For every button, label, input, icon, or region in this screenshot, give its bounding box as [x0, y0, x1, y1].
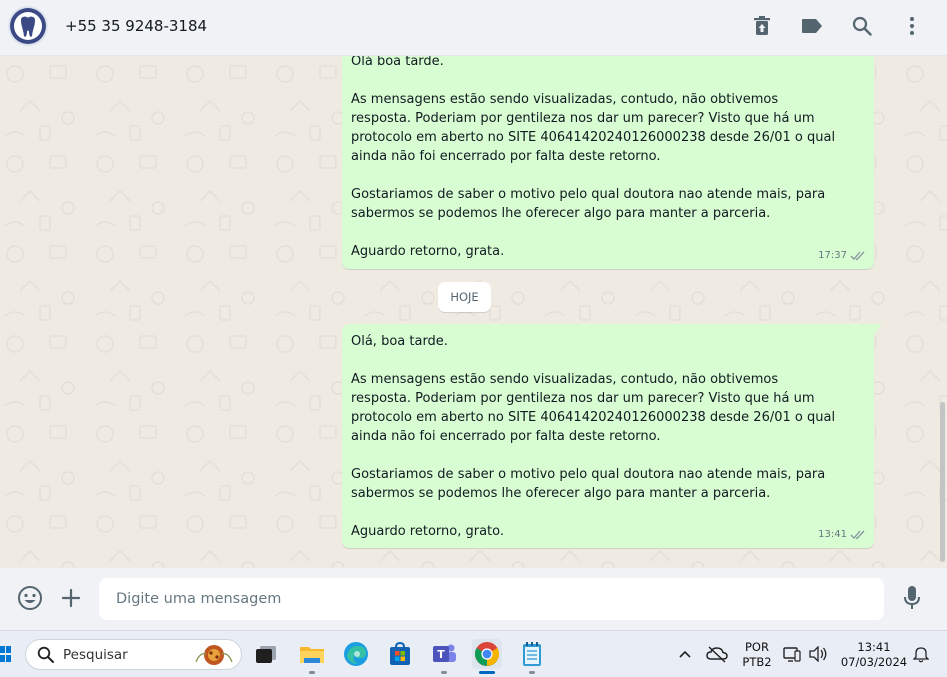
network-icon[interactable]: [781, 639, 803, 669]
search-highlight-icon: [195, 645, 233, 665]
task-view-icon[interactable]: [251, 639, 281, 669]
emoji-icon[interactable]: [16, 584, 44, 612]
day-separator: HOJE: [438, 282, 491, 312]
notification-bell-icon[interactable]: [910, 639, 932, 669]
clock-time: 13:41: [857, 640, 891, 654]
running-indicator-active: [479, 671, 495, 674]
delete-icon[interactable]: [750, 14, 774, 38]
read-ticks-icon: [850, 251, 865, 260]
teams-icon[interactable]: T: [429, 639, 459, 674]
clock-date: 07/03/2024: [840, 655, 908, 669]
message-meta: 17:37: [818, 246, 866, 265]
taskbar-search-placeholder: Pesquisar: [63, 646, 128, 663]
bubble-tail: [874, 324, 882, 334]
message-time: 17:37: [818, 250, 847, 261]
message-time: 13:41: [818, 529, 847, 540]
message-input[interactable]: Digite uma mensagem: [99, 578, 884, 620]
message-bubble-outgoing[interactable]: Olá boa tarde. As mensagens estão sendo …: [342, 56, 874, 269]
running-indicator: [309, 671, 315, 674]
chrome-icon[interactable]: [472, 639, 502, 674]
chat-header: +55 35 9248-3184: [0, 0, 947, 56]
read-ticks-icon: [850, 530, 865, 539]
message-list[interactable]: Olá boa tarde. As mensagens estão sendo …: [0, 56, 947, 568]
windows-taskbar: Pesquisar T POR PTB2 13:41 07/03/2024: [0, 630, 947, 677]
running-indicator: [441, 671, 447, 674]
input-language-indicator[interactable]: POR PTB2: [738, 640, 776, 670]
search-icon: [37, 646, 54, 663]
avatar[interactable]: [8, 6, 48, 46]
taskbar-clock[interactable]: 13:41 07/03/2024: [838, 640, 910, 670]
microphone-icon[interactable]: [898, 584, 926, 612]
taskbar-search[interactable]: Pesquisar: [25, 639, 242, 670]
scrollbar-thumb[interactable]: [940, 402, 945, 562]
microsoft-store-icon[interactable]: [385, 639, 415, 669]
volume-icon[interactable]: [806, 639, 830, 669]
message-text: Olá boa tarde. As mensagens estão sendo …: [351, 56, 836, 259]
search-icon[interactable]: [850, 14, 874, 38]
running-indicator: [529, 671, 535, 674]
svg-text:T: T: [437, 648, 445, 661]
message-bubble-outgoing[interactable]: Olá, boa tarde. As mensagens estão sendo…: [342, 324, 882, 548]
contact-name[interactable]: +55 35 9248-3184: [65, 17, 207, 35]
language-code: POR: [745, 640, 769, 654]
start-windows-icon[interactable]: [0, 639, 12, 669]
notepad-icon[interactable]: [517, 639, 547, 674]
file-explorer-icon[interactable]: [297, 639, 327, 674]
chevron-up-icon[interactable]: [672, 639, 698, 669]
message-composer: Digite uma mensagem: [0, 568, 947, 630]
onedrive-offline-icon[interactable]: [703, 639, 731, 669]
label-icon[interactable]: [800, 14, 824, 38]
attach-plus-icon[interactable]: [57, 584, 85, 612]
more-vertical-icon[interactable]: [900, 14, 924, 38]
message-text: Olá, boa tarde. As mensagens estão sendo…: [351, 334, 836, 539]
message-meta: 13:41: [818, 525, 866, 544]
edge-browser-icon[interactable]: [341, 639, 371, 669]
keyboard-layout: PTB2: [742, 655, 772, 669]
